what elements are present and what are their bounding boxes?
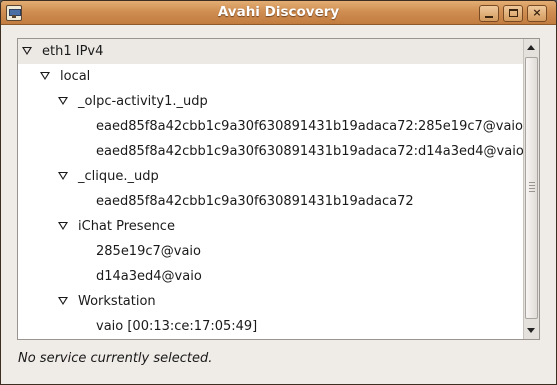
tree-row-label: 285e19c7@vaio: [96, 244, 201, 259]
tree-row[interactable]: eaed85f8a42cbb1c9a30f630891431b19adaca72: [18, 189, 523, 214]
vertical-scrollbar[interactable]: [523, 39, 539, 339]
tree-row[interactable]: local: [18, 64, 523, 89]
scroll-down-icon[interactable]: [527, 328, 535, 333]
tree-row[interactable]: eth1 IPv4: [18, 39, 523, 64]
tree-row-label: iChat Presence: [78, 219, 175, 234]
tree-rows: eth1 IPv4 local _olpc-activity1._udp eaed85…: [18, 39, 523, 339]
title-bar[interactable]: Avahi Discovery ×: [1, 1, 556, 25]
tree-row-label: eth1 IPv4: [42, 44, 104, 59]
avahi-discovery-window: Avahi Discovery × eth1 IPv4 local _olpc-ac…: [0, 0, 557, 385]
tree-row[interactable]: Workstation: [18, 289, 523, 314]
tree-row[interactable]: iChat Presence: [18, 214, 523, 239]
tree-row-label: _clique._udp: [78, 169, 159, 184]
service-tree[interactable]: eth1 IPv4 local _olpc-activity1._udp eaed85…: [17, 38, 540, 340]
scrollbar-thumb[interactable]: [525, 57, 538, 319]
tree-row[interactable]: eaed85f8a42cbb1c9a30f630891431b19adaca72…: [18, 139, 523, 164]
expander-arrow-icon[interactable]: [22, 47, 32, 55]
window-title: Avahi Discovery: [217, 4, 340, 20]
expander-arrow-icon[interactable]: [40, 72, 50, 80]
status-message: No service currently selected.: [18, 351, 213, 366]
tree-row-label: eaed85f8a42cbb1c9a30f630891431b19adaca72: [96, 194, 414, 209]
maximize-icon: [508, 9, 518, 17]
tree-row-label: eaed85f8a42cbb1c9a30f630891431b19adaca72…: [96, 119, 523, 134]
expander-arrow-icon[interactable]: [58, 97, 68, 105]
scrollbar-grip: [529, 182, 535, 194]
tree-row[interactable]: d14a3ed4@vaio: [18, 264, 523, 289]
tree-row[interactable]: _olpc-activity1._udp: [18, 89, 523, 114]
tree-row-label: Workstation: [78, 294, 156, 309]
minimize-button[interactable]: [479, 5, 499, 22]
tree-row[interactable]: vaio [00:13:ce:17:05:49]: [18, 314, 523, 339]
tree-row[interactable]: 285e19c7@vaio: [18, 239, 523, 264]
tree-row-label: eaed85f8a42cbb1c9a30f630891431b19adaca72…: [96, 144, 523, 159]
minimize-icon: [485, 16, 493, 18]
tree-row-label: _olpc-activity1._udp: [78, 94, 208, 109]
tree-row-label: vaio [00:13:ce:17:05:49]: [96, 319, 258, 334]
scroll-up-icon[interactable]: [527, 45, 535, 50]
expander-arrow-icon[interactable]: [58, 297, 68, 305]
close-button[interactable]: ×: [527, 5, 547, 22]
expander-arrow-icon[interactable]: [58, 172, 68, 180]
maximize-button[interactable]: [503, 5, 523, 22]
tree-row[interactable]: _clique._udp: [18, 164, 523, 189]
tree-row[interactable]: eaed85f8a42cbb1c9a30f630891431b19adaca72…: [18, 114, 523, 139]
tree-row-label: local: [60, 69, 91, 84]
tree-row-label: d14a3ed4@vaio: [96, 269, 202, 284]
expander-arrow-icon[interactable]: [58, 222, 68, 230]
